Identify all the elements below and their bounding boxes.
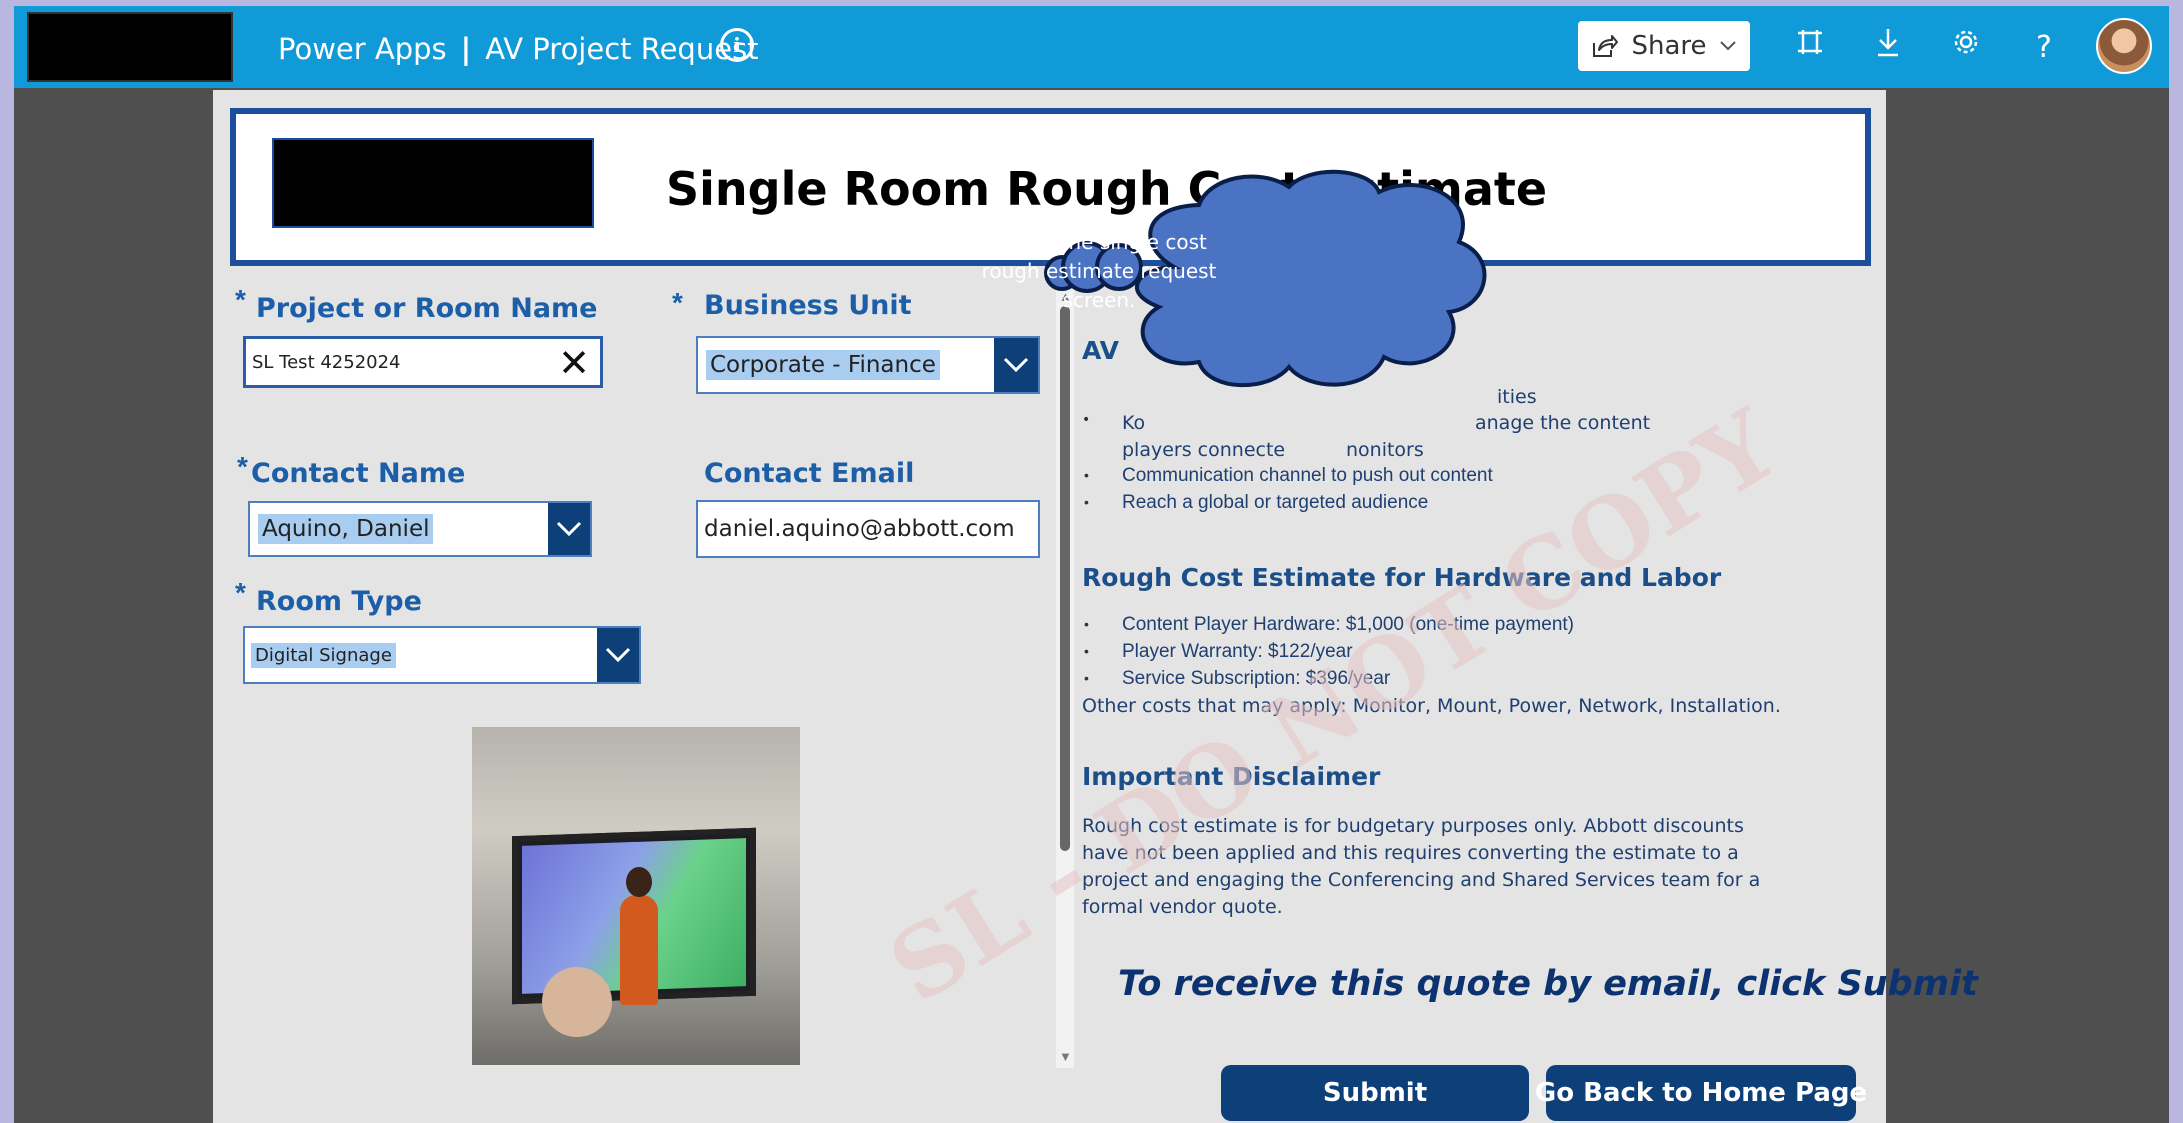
fit-screen-icon[interactable]: [1788, 26, 1832, 70]
cost-list: Content Player Hardware: $1,000 (one-tim…: [1082, 611, 1574, 692]
viewer-figure: [542, 967, 612, 1037]
contact-email-value: daniel.aquino@abbott.com: [704, 516, 1015, 542]
list-item: Service Subscription: $396/year: [1082, 665, 1574, 692]
clear-x-icon[interactable]: ✕: [558, 343, 590, 383]
product-name: Power Apps: [278, 32, 447, 66]
title-separator: |: [460, 32, 472, 66]
list-item: Player Warranty: $122/year: [1082, 638, 1574, 665]
redacted-header-logo: [272, 138, 594, 228]
contact-name-label: Contact Name: [251, 458, 466, 489]
contact-name-value: Aquino, Daniel: [258, 514, 434, 544]
home-button[interactable]: Go Back to Home Page: [1535, 1065, 1867, 1121]
app-name: AV Project Request: [485, 32, 759, 66]
disclaimer-heading: Important Disclaimer: [1082, 762, 1381, 791]
chevron-down-icon: [1719, 41, 1736, 51]
callout-text: This is the single cost rough estimate r…: [981, 230, 1217, 312]
user-avatar[interactable]: [2096, 18, 2152, 74]
presenter-figure: [620, 867, 658, 1005]
submit-button[interactable]: Submit: [1221, 1065, 1529, 1121]
disclaimer-text: Rough cost estimate is for budgetary pur…: [1082, 815, 1761, 918]
required-mark: *: [235, 577, 246, 608]
room-type-value: Digital Signage: [251, 642, 396, 668]
app-frame: Power Apps | AV Project Request i Share …: [14, 6, 2169, 1123]
digital-signage-photo: [472, 727, 800, 1065]
callout-bubble: [1044, 169, 1487, 388]
app-title: Power Apps | AV Project Request: [278, 32, 759, 66]
project-name-input[interactable]: SL Test 4252024 ✕: [243, 336, 603, 388]
help-icon[interactable]: ?: [2022, 26, 2066, 70]
chevron-down-icon[interactable]: [548, 503, 590, 555]
other-costs-text: Other costs that may apply: Monitor, Mou…: [1082, 695, 1781, 717]
project-name-label: Project or Room Name: [256, 293, 598, 324]
contact-name-dropdown[interactable]: Aquino, Daniel: [248, 501, 592, 557]
room-type-dropdown[interactable]: Digital Signage: [243, 626, 641, 684]
chevron-down-icon[interactable]: [597, 628, 639, 682]
share-label: Share: [1631, 31, 1707, 61]
required-mark: *: [237, 451, 248, 482]
cost-estimate-heading: Rough Cost Estimate for Hardware and Lab…: [1082, 563, 1722, 592]
share-button[interactable]: Share: [1578, 21, 1750, 71]
contact-email-input[interactable]: daniel.aquino@abbott.com: [696, 500, 1040, 558]
scroll-down-icon[interactable]: ▼: [1059, 1050, 1072, 1064]
required-mark: *: [235, 284, 246, 315]
info-icon[interactable]: i: [720, 28, 754, 62]
redacted-logo: [27, 12, 233, 82]
download-icon[interactable]: [1866, 26, 1910, 70]
required-mark: *: [672, 287, 683, 318]
settings-gear-icon[interactable]: [1944, 26, 1988, 70]
room-type-label: Room Type: [256, 586, 422, 617]
share-icon: [1593, 35, 1619, 57]
top-bar: Power Apps | AV Project Request i Share …: [14, 6, 2169, 88]
submit-instruction: To receive this quote by email, click Su…: [1118, 964, 1978, 1004]
project-name-value: SL Test 4252024: [252, 351, 401, 373]
list-item: Content Player Hardware: $1,000 (one-tim…: [1082, 611, 1574, 638]
